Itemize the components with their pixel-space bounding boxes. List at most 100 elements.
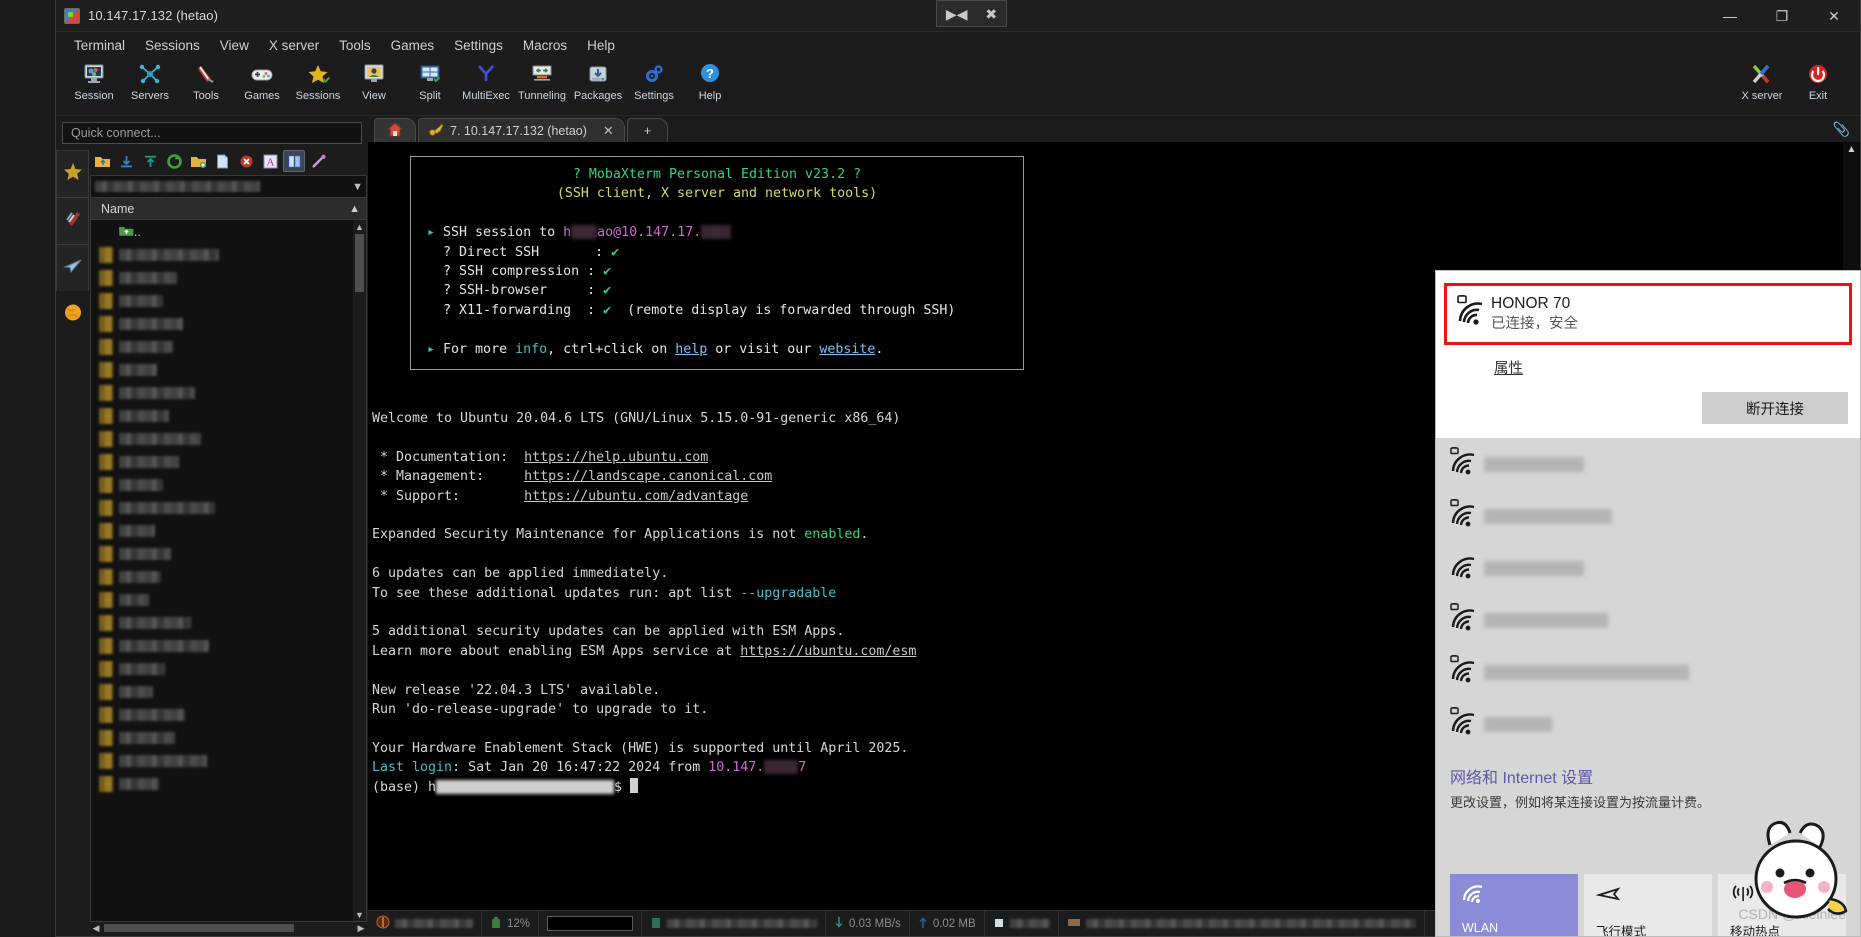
new-tab-button[interactable]: + [626, 118, 669, 142]
close-button[interactable]: ✕ [1808, 0, 1860, 32]
ribbon-settings[interactable]: Settings [626, 58, 682, 102]
wifi-disconnect-button[interactable]: 断开连接 [1702, 392, 1848, 424]
list-item[interactable] [91, 772, 366, 795]
ribbon-multiexec[interactable]: MultiExec [458, 58, 514, 102]
menu-terminal[interactable]: Terminal [64, 35, 135, 56]
list-item[interactable] [91, 358, 366, 381]
wand-button[interactable] [307, 150, 329, 172]
split-view-button[interactable] [283, 150, 305, 172]
wifi-properties-link[interactable]: 属性 [1494, 357, 1523, 378]
list-item[interactable] [91, 496, 366, 519]
list-item[interactable] [91, 749, 366, 772]
file-list[interactable]: .. ▲ ▼ [90, 220, 367, 922]
refresh-button[interactable] [163, 150, 185, 172]
font-button[interactable]: A [259, 150, 281, 172]
wifi-network-item[interactable] [1436, 438, 1860, 490]
airplane-mode-tile[interactable]: 飞行模式 [1584, 874, 1712, 936]
scrollbar-thumb[interactable] [355, 234, 364, 292]
list-item[interactable] [91, 565, 366, 588]
scroll-up-icon[interactable]: ▲ [353, 220, 366, 233]
motd-doc-link[interactable]: https://help.ubuntu.com [524, 450, 708, 465]
motd-esm-link[interactable]: https://ubuntu.com/esm [740, 644, 916, 659]
list-item[interactable] [91, 335, 366, 358]
list-item[interactable] [91, 404, 366, 427]
list-item[interactable] [91, 542, 366, 565]
ribbon-exit[interactable]: Exit [1790, 58, 1846, 102]
list-item[interactable] [91, 657, 366, 680]
list-item[interactable]: .. [91, 220, 366, 243]
download-button[interactable] [115, 150, 137, 172]
path-input[interactable]: ▼ [90, 175, 367, 198]
menu-games[interactable]: Games [381, 35, 445, 56]
scroll-up-icon[interactable]: ▲ [1843, 142, 1860, 155]
network-internet-settings-link[interactable]: 网络和 Internet 设置 [1450, 764, 1860, 788]
status-cell-net[interactable] [985, 911, 1059, 936]
wifi-network-item[interactable] [1436, 490, 1860, 542]
menu-sessions[interactable]: Sessions [135, 35, 210, 56]
ribbon-servers[interactable]: Servers [122, 58, 178, 102]
status-cell-cpu[interactable] [539, 911, 643, 936]
sidebar-item-tools[interactable] [56, 197, 89, 244]
menu-tools[interactable]: Tools [329, 35, 381, 56]
list-item[interactable] [91, 289, 366, 312]
list-item[interactable] [91, 634, 366, 657]
go-up-button[interactable] [91, 150, 113, 172]
ribbon-tools[interactable]: Tools [178, 58, 234, 102]
list-item[interactable] [91, 473, 366, 496]
list-item[interactable] [91, 519, 366, 542]
wlan-toggle-tile[interactable]: WLAN [1450, 874, 1578, 936]
tab-close-icon[interactable]: ✕ [603, 123, 614, 139]
motd-mgmt-link[interactable]: https://landscape.canonical.com [524, 469, 772, 484]
list-item[interactable] [91, 588, 366, 611]
banner-website-link[interactable]: website [819, 342, 875, 357]
menu-settings[interactable]: Settings [444, 35, 513, 56]
list-item[interactable] [91, 611, 366, 634]
status-cell-misc[interactable] [1059, 911, 1425, 936]
paperclip-icon[interactable]: 📎 [1833, 121, 1850, 138]
restore-icon[interactable]: ▶◀ [946, 7, 968, 21]
sidebar-item-send[interactable] [56, 244, 89, 291]
list-item[interactable] [91, 381, 366, 404]
minimize-button[interactable]: — [1704, 0, 1756, 32]
chevron-down-icon[interactable]: ▼ [352, 181, 363, 193]
wifi-network-item[interactable] [1436, 542, 1860, 594]
menu-macros[interactable]: Macros [513, 35, 577, 56]
new-folder-button[interactable] [187, 150, 209, 172]
list-item[interactable] [91, 312, 366, 335]
ribbon-tunneling[interactable]: Tunneling [514, 58, 570, 102]
maximize-button[interactable]: ❐ [1756, 0, 1808, 32]
ribbon-view[interactable]: View [346, 58, 402, 102]
sidebar-item-favorites[interactable] [56, 150, 89, 197]
column-header-name[interactable]: Name ▲ [90, 198, 367, 220]
ribbon-packages[interactable]: Packages [570, 58, 626, 102]
status-cell-logo[interactable] [368, 911, 482, 936]
ribbon-session[interactable]: Session [66, 58, 122, 102]
floating-toolbar[interactable]: ▶◀ ✖ [936, 0, 1007, 27]
banner-info-link[interactable]: info [515, 342, 547, 357]
delete-button[interactable] [235, 150, 257, 172]
list-item[interactable] [91, 266, 366, 289]
new-file-button[interactable] [211, 150, 233, 172]
menu-help[interactable]: Help [577, 35, 625, 56]
menu-x-server[interactable]: X server [259, 35, 329, 56]
tab-home[interactable] [374, 118, 416, 142]
banner-help-link[interactable]: help [675, 342, 707, 357]
list-item[interactable] [91, 427, 366, 450]
list-item[interactable] [91, 703, 366, 726]
list-item[interactable] [91, 243, 366, 266]
sidebar-item-globe[interactable] [56, 291, 89, 338]
close-circle-icon[interactable]: ✖ [985, 7, 997, 21]
status-cell-memory[interactable]: 12% [482, 911, 540, 936]
list-item[interactable] [91, 680, 366, 703]
wifi-network-item[interactable] [1436, 698, 1860, 750]
ribbon-split[interactable]: Split [402, 58, 458, 102]
wifi-current-network[interactable]: HONOR 70 已连接，安全 [1444, 283, 1852, 345]
scroll-left-icon[interactable]: ◀ [90, 923, 102, 934]
wifi-network-item[interactable] [1436, 594, 1860, 646]
status-cell-download[interactable]: 0.03 MB/s [826, 911, 910, 936]
menu-view[interactable]: View [210, 35, 259, 56]
scroll-down-icon[interactable]: ▼ [353, 908, 366, 921]
ribbon-help[interactable]: ? Help [682, 58, 738, 102]
ribbon-x-server[interactable]: X server [1734, 58, 1790, 102]
scroll-right-icon[interactable]: ▶ [355, 923, 367, 934]
